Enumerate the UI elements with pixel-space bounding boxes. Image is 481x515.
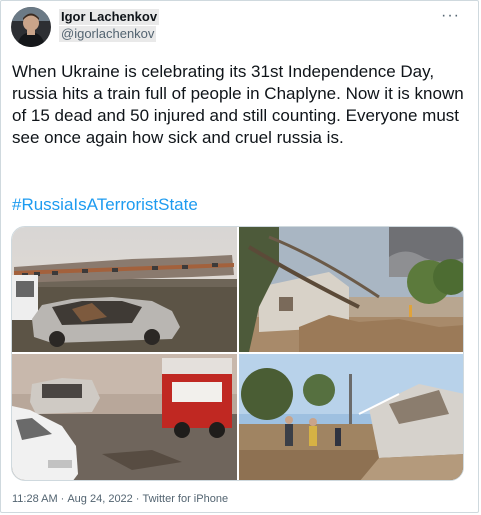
photo-3[interactable] [12,354,237,480]
tweet-text: When Ukraine is celebrating its 31st Ind… [12,62,464,147]
photo-2[interactable] [239,227,463,352]
tweet-source[interactable]: Twitter for iPhone [142,493,228,505]
tweet-card: Igor Lachenkov @igorlachenkov ··· When U… [0,0,479,513]
tweet-meta: 11:28 AM · Aug 24, 2022 · Twitter for iPhone [12,493,228,505]
tweet-date[interactable]: Aug 24, 2022 [67,493,132,505]
author-handle[interactable]: @igorlachenkov [59,26,157,42]
author-name[interactable]: Igor Lachenkov [59,9,160,25]
photo-1[interactable] [12,227,237,352]
tweet-time[interactable]: 11:28 AM [12,493,58,505]
media-grid [11,226,464,481]
hashtag-link[interactable]: #RussiaIsATerroristState [12,194,198,216]
more-horizontal-icon[interactable]: ··· [441,7,460,25]
photo-4[interactable] [239,354,463,480]
meta-separator: · [60,493,65,505]
avatar[interactable] [11,7,51,47]
